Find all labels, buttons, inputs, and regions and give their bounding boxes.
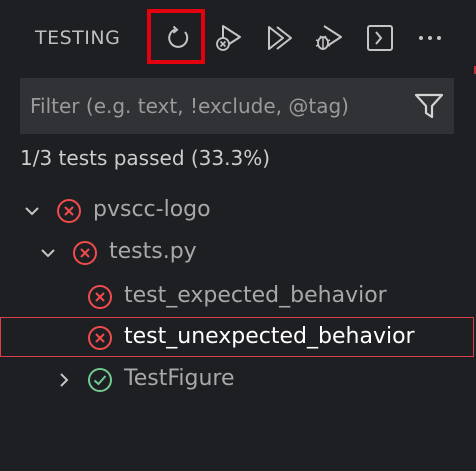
tree-item-label: TestFigure — [124, 366, 235, 391]
panel-header: TESTING — [0, 0, 476, 76]
failed-icon — [57, 199, 81, 223]
filter-box — [20, 78, 454, 134]
tree-item-testfigure[interactable]: TestFigure — [0, 359, 476, 401]
tree-item-test-expected-behavior[interactable]: test_expected_behavior — [0, 276, 476, 318]
failed-icon — [88, 326, 112, 350]
test-summary: 1/3 tests passed (33.3%) — [20, 146, 271, 170]
tree-item-label: pvscc-logo — [93, 197, 211, 222]
failed-icon — [73, 241, 97, 265]
chevron-down-icon[interactable] — [24, 203, 40, 219]
chevron-right-icon[interactable] — [56, 372, 72, 388]
highlight-annotation — [147, 9, 205, 64]
chevron-down-icon[interactable] — [40, 245, 56, 261]
failed-icon — [88, 285, 112, 309]
panel-title: TESTING — [35, 27, 121, 49]
debug-all-icon — [315, 25, 342, 50]
tree-item-label: test_unexpected_behavior — [124, 324, 415, 349]
run-all-tests-button[interactable] — [261, 20, 297, 56]
ellipsis-icon — [419, 36, 441, 40]
tree-item-test-unexpected-behavior[interactable]: test_unexpected_behavior — [0, 317, 474, 357]
passed-icon — [88, 368, 112, 392]
show-output-button[interactable] — [362, 20, 398, 56]
tree-item-pvscc-logo[interactable]: pvscc-logo — [0, 190, 476, 232]
tree-item-label: test_expected_behavior — [124, 283, 387, 308]
tree-item-label: tests.py — [109, 239, 197, 264]
debug-all-tests-button[interactable] — [311, 20, 347, 56]
funnel-icon[interactable] — [414, 92, 444, 120]
run-failed-icon — [216, 25, 241, 51]
filter-input[interactable] — [20, 78, 410, 134]
testing-panel: TESTING Filter (e.g. text, !exclude, @ta… — [0, 0, 476, 471]
run-all-icon — [268, 26, 292, 50]
run-failed-tests-button[interactable] — [211, 20, 247, 56]
tree-item-tests-py[interactable]: tests.py — [0, 232, 476, 274]
terminal-icon — [367, 25, 393, 51]
more-actions-button[interactable] — [412, 20, 448, 56]
